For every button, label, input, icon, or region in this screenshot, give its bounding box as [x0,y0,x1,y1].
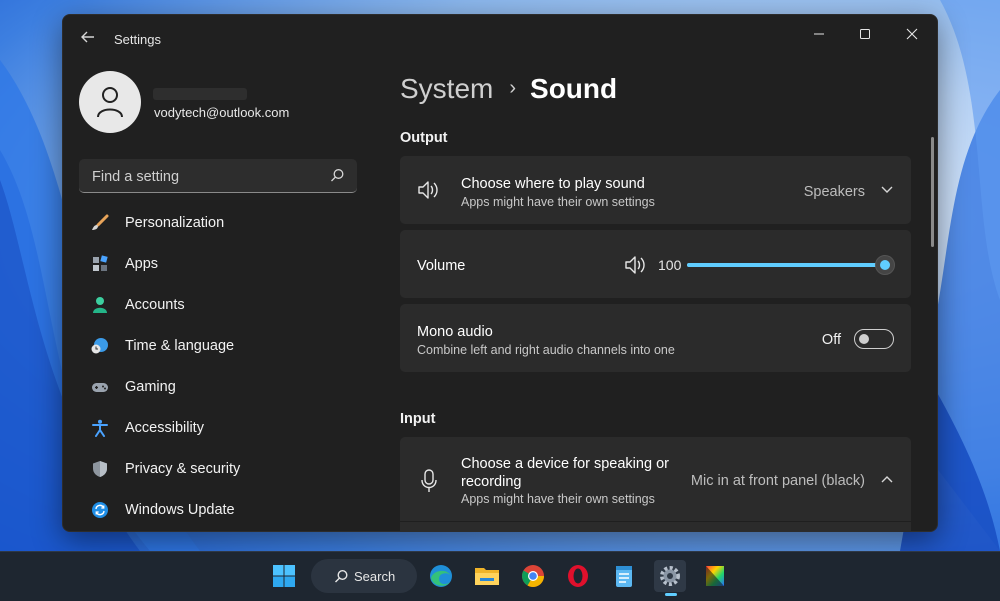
taskbar: Search [0,551,1000,601]
active-indicator [665,593,677,596]
breadcrumb-parent[interactable]: System [400,73,493,104]
sidebar-item-label: Time & language [125,338,235,354]
profile-email: vodytech@outlook.com [154,105,290,120]
page-title: Sound [530,73,618,104]
folder-icon [475,568,499,585]
update-icon [92,502,108,518]
edge-icon [430,565,452,587]
sidebar-item-windows-update[interactable]: Windows Update [79,490,359,531]
output-device-value: Speakers [803,184,865,200]
back-button[interactable] [77,29,99,51]
taskbar-file-explorer[interactable] [471,560,503,592]
sidebar-item-gaming[interactable]: Gaming [79,367,359,408]
mono-audio-title: Mono audio [417,324,493,340]
sidebar-nav: Personalization Apps Accounts Time & lan… [79,203,359,531]
sidebar-item-label: Apps [125,256,159,272]
speaker-icon[interactable] [624,254,648,276]
apps-icon [93,255,108,271]
back-arrow-icon [81,31,94,43]
sidebar-item-label: Personalization [125,215,225,231]
taskbar-opera[interactable] [562,560,594,592]
profile-name-redacted [153,88,247,100]
volume-label: Volume [417,258,466,274]
input-device-value: Mic in at front panel (black) [690,473,865,489]
chevron-down-icon[interactable] [881,186,893,194]
minimize-icon [814,33,824,35]
output-device-card[interactable]: Choose where to play sound Apps might ha… [400,156,911,224]
volume-slider-thumb[interactable] [875,255,895,275]
input-device-card[interactable]: Choose a device for speaking or recordin… [400,437,911,531]
mono-audio-state: Off [821,332,841,348]
search-icon [335,569,348,583]
chevron-right-icon: › [509,77,517,99]
sidebar-item-label: Privacy & security [125,461,241,477]
shield-icon [93,461,107,477]
sidebar-item-privacy-security[interactable]: Privacy & security [79,449,359,490]
accessibility-icon [92,419,108,437]
windows-logo-icon [273,565,295,587]
scrollbar[interactable] [931,137,934,247]
section-output-label: Output [400,130,448,146]
taskbar-notepad[interactable] [608,560,640,592]
volume-slider[interactable] [687,255,895,275]
minimize-button[interactable] [796,21,842,51]
search-icon[interactable] [330,168,345,183]
maximize-button[interactable] [842,21,888,51]
mono-audio-subtitle: Combine left and right audio channels in… [417,343,675,357]
taskbar-settings[interactable] [654,560,686,596]
sidebar-item-label: Gaming [125,379,176,395]
settings-window: Settings vodytech@outlook.com Find a set… [62,14,938,532]
taskbar-search-label: Search [354,569,396,584]
section-input-label: Input [400,411,436,427]
chrome-icon [522,565,544,587]
output-device-title: Choose where to play sound [461,176,645,192]
gamepad-icon [92,383,108,392]
color-gradient-icon [706,566,724,586]
close-icon [906,28,918,40]
card-divider [400,521,911,522]
taskbar-edge[interactable] [425,560,457,592]
volume-card: Volume 100 [400,230,911,298]
sidebar-item-personalization[interactable]: Personalization [79,203,359,244]
gear-icon [660,566,680,586]
mono-audio-card: Mono audio Combine left and right audio … [400,304,911,372]
volume-value: 100 [658,257,682,273]
input-device-subtitle: Apps might have their own settings [461,492,655,506]
search-input[interactable] [90,166,324,188]
sidebar-item-label: Accessibility [125,420,204,436]
taskbar-chrome[interactable] [517,560,549,592]
close-button[interactable] [889,21,935,51]
start-button[interactable] [268,560,300,592]
sidebar-item-label: Accounts [125,297,185,313]
title-bar: Settings [63,15,937,63]
microphone-icon [421,469,437,492]
sidebar-item-accounts[interactable]: Accounts [79,285,359,326]
avatar[interactable] [79,71,141,133]
volume-slider-fill [687,263,885,267]
window-title: Settings [114,32,161,47]
toggle-knob [859,334,869,344]
brush-icon [92,214,109,230]
sidebar-item-apps[interactable]: Apps [79,244,359,285]
sidebar-item-time-language[interactable]: Time & language [79,326,359,367]
taskbar-search[interactable]: Search [311,559,417,593]
input-device-title: Choose a device for speaking or recordin… [461,456,669,490]
sidebar-item-label: Windows Update [125,502,235,518]
chevron-up-icon[interactable] [881,475,893,483]
search-box[interactable] [79,159,357,193]
opera-icon [568,565,588,587]
taskbar-color-app[interactable] [699,560,731,592]
breadcrumb: System › Sound [400,73,617,105]
maximize-icon [860,29,870,39]
sidebar-item-accessibility[interactable]: Accessibility [79,408,359,449]
output-device-subtitle: Apps might have their own settings [461,195,655,209]
mono-audio-toggle[interactable] [854,329,894,349]
person-icon [97,87,123,118]
globe-clock-icon [91,338,108,354]
speaker-icon [418,181,438,199]
person-icon [93,297,107,313]
notepad-icon [616,566,632,587]
